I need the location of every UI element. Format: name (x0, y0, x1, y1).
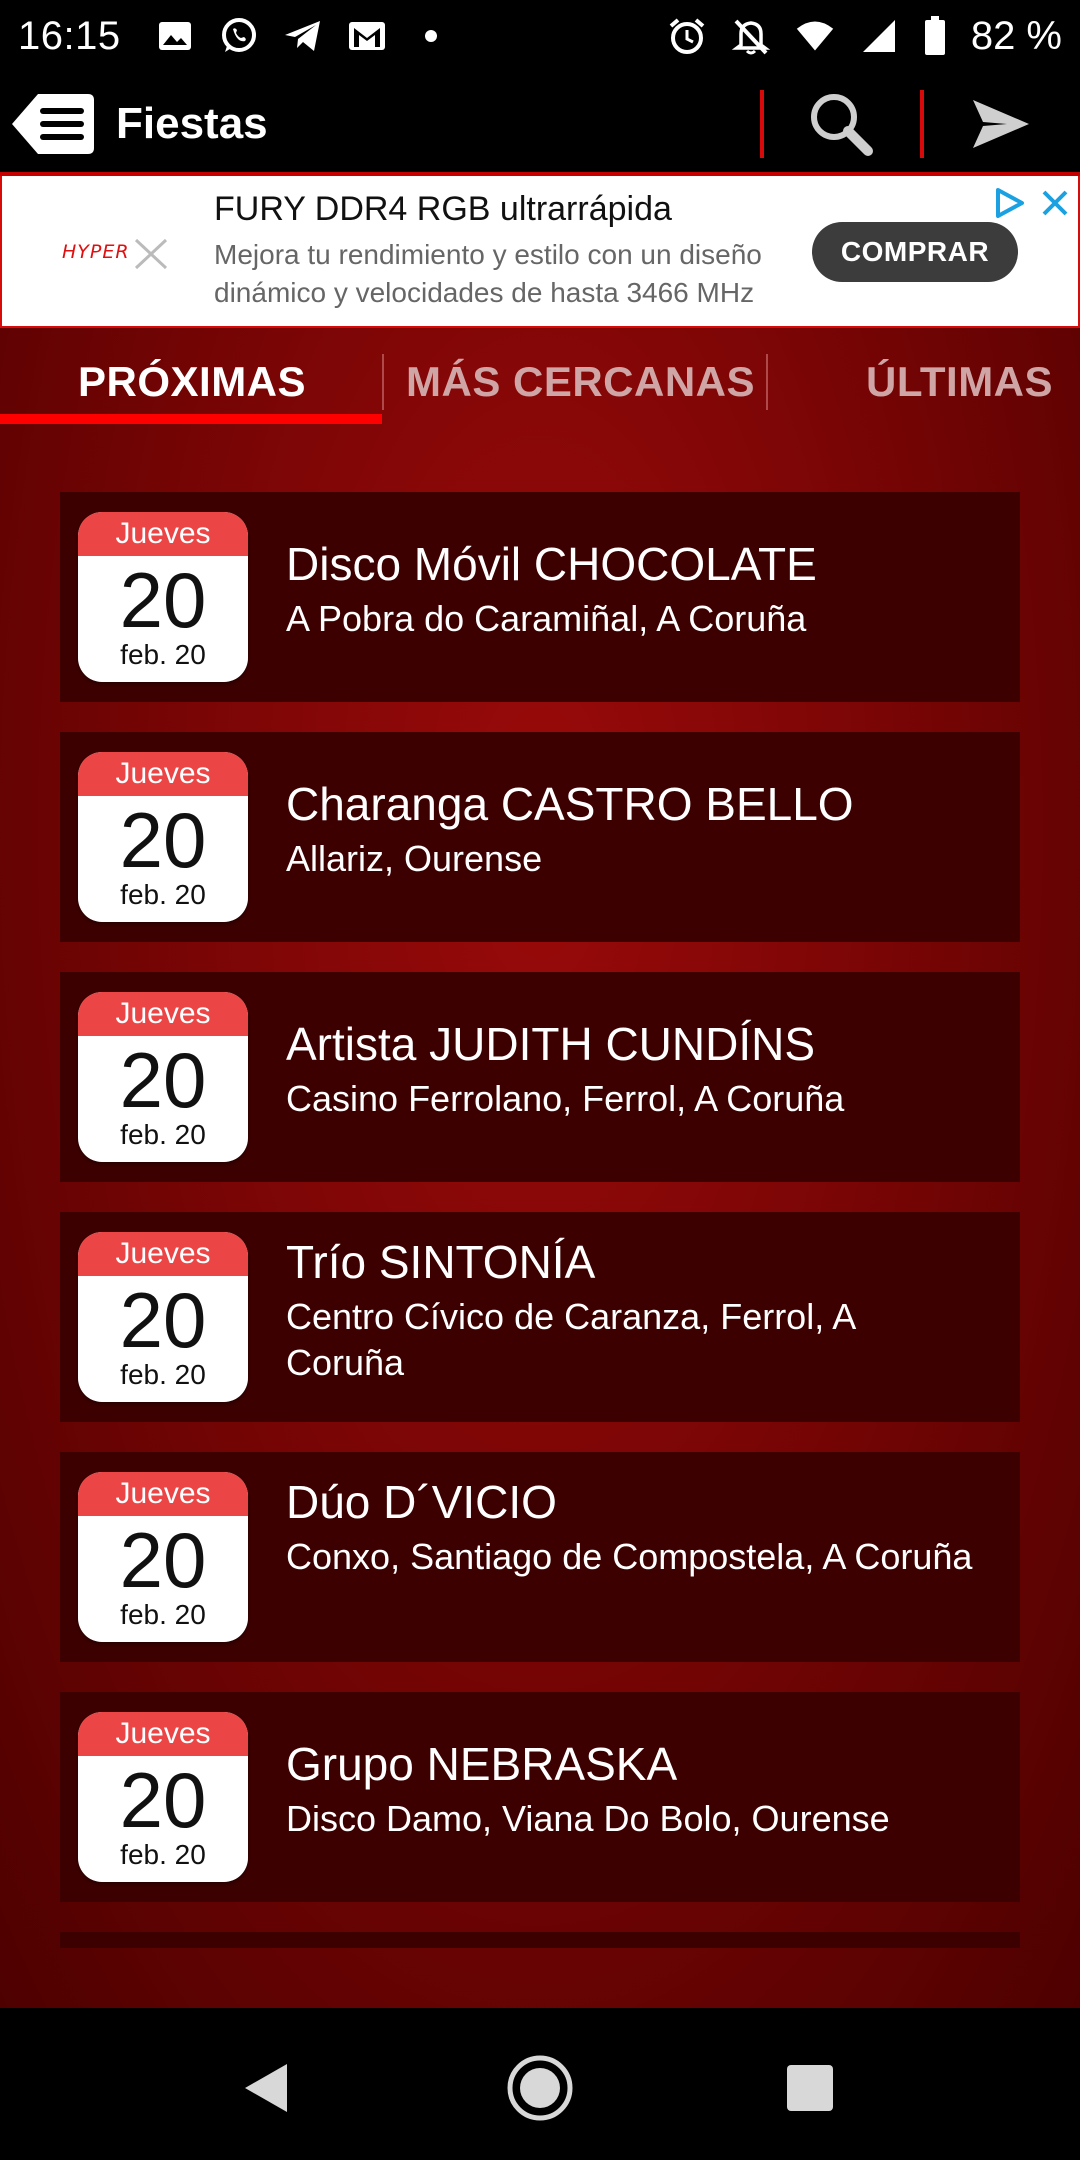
home-icon (507, 2055, 573, 2121)
calendar-day: 20 (119, 1516, 207, 1604)
event-card-partial[interactable] (60, 1932, 1020, 1948)
back-button[interactable] (226, 2048, 306, 2128)
system-nav-bar (0, 2008, 1080, 2160)
whatsapp-icon (219, 16, 259, 56)
event-place: Centro Cívico de Caranza, Ferrol, A Coru… (286, 1296, 855, 1383)
calendar-day: 20 (119, 556, 207, 644)
telegram-icon (283, 16, 323, 56)
status-time: 16:15 (18, 13, 121, 58)
menu-icon (12, 94, 94, 154)
back-icon (245, 2064, 287, 2112)
ad-description: Mejora tu rendimiento y estilo con un di… (214, 239, 762, 308)
calendar-date-icon: Jueves 20 feb. 20 (78, 752, 248, 922)
app-bar: Fiestas (0, 72, 1080, 176)
appbar-divider (760, 90, 764, 158)
calendar-date-icon: Jueves 20 feb. 20 (78, 992, 248, 1162)
calendar-weekday: Jueves (78, 992, 248, 1036)
send-button[interactable] (956, 86, 1046, 162)
event-place: A Pobra do Caramiñal, A Coruña (286, 598, 807, 639)
calendar-month: feb. 20 (120, 879, 206, 910)
adchoices-icon[interactable] (992, 186, 1026, 220)
calendar-day: 20 (119, 1036, 207, 1124)
send-icon (973, 100, 1029, 148)
search-icon (811, 94, 873, 156)
calendar-month: feb. 20 (120, 1599, 206, 1630)
calendar-month: feb. 20 (120, 1359, 206, 1390)
event-title: Grupo NEBRASKA (286, 1738, 678, 1790)
event-title: Trío SINTONÍA (286, 1236, 596, 1288)
event-title: Artista JUDITH CUNDÍNS (286, 1018, 816, 1070)
gmail-icon (347, 16, 387, 56)
calendar-weekday: Jueves (78, 1712, 248, 1756)
event-list: Jueves 20 feb. 20 Disco Móvil CHOCOLATE … (60, 492, 1020, 1948)
bell-off-icon (731, 16, 771, 56)
search-button[interactable] (796, 86, 886, 162)
image-icon (155, 16, 195, 56)
event-title: Dúo D´VICIO (286, 1476, 557, 1528)
event-card[interactable]: Jueves 20 feb. 20 Disco Móvil CHOCOLATE … (60, 492, 1020, 702)
ad-title[interactable]: FURY DDR4 RGB ultrarrápida (214, 190, 672, 229)
main-content: PRÓXIMAS MÁS CERCANAS ÚLTIMAS Jueves 20 … (0, 328, 1080, 2008)
event-card[interactable]: Jueves 20 feb. 20 Dúo D´VICIO Conxo, San… (60, 1452, 1020, 1662)
tab-mas-cercanas[interactable]: MÁS CERCANAS (406, 358, 755, 406)
svg-text:HYPER: HYPER (62, 241, 130, 263)
battery-percentage: 82 % (970, 13, 1062, 58)
tab-ultimas[interactable]: ÚLTIMAS (866, 358, 1053, 406)
event-place: Disco Damo, Viana Do Bolo, Ourense (286, 1798, 890, 1839)
calendar-day: 20 (119, 1756, 207, 1844)
tab-separator (382, 354, 384, 410)
calendar-weekday: Jueves (78, 1472, 248, 1516)
active-tab-indicator (0, 414, 382, 424)
ad-buy-button[interactable]: COMPRAR (812, 222, 1018, 282)
calendar-month: feb. 20 (120, 1119, 206, 1150)
menu-button[interactable] (8, 90, 96, 158)
appbar-divider (920, 90, 924, 158)
calendar-weekday: Jueves (78, 512, 248, 556)
event-place: Conxo, Santiago de Compostela, A Coruña (286, 1536, 973, 1577)
dot-icon (411, 16, 451, 56)
event-card[interactable]: Jueves 20 feb. 20 Charanga CASTRO BELLO … (60, 732, 1020, 942)
event-place: Allariz, Ourense (286, 838, 543, 879)
status-bar: 16:15 82 % (0, 0, 1080, 72)
alarm-icon (667, 16, 707, 56)
event-title: Charanga CASTRO BELLO (286, 778, 854, 830)
calendar-month: feb. 20 (120, 1839, 206, 1870)
calendar-weekday: Jueves (78, 1232, 248, 1276)
recents-icon (787, 2065, 833, 2111)
calendar-date-icon: Jueves 20 feb. 20 (78, 1472, 248, 1642)
tab-bar: PRÓXIMAS MÁS CERCANAS ÚLTIMAS (0, 328, 1080, 434)
ad-banner[interactable]: HYPER FURY DDR4 RGB ultrarrápida Mejora … (0, 176, 1080, 328)
tab-proximas[interactable]: PRÓXIMAS (78, 358, 306, 406)
calendar-date-icon: Jueves 20 feb. 20 (78, 512, 248, 682)
tab-separator (766, 354, 768, 410)
event-card[interactable]: Jueves 20 feb. 20 Artista JUDITH CUNDÍNS… (60, 972, 1020, 1182)
battery-icon (923, 16, 947, 56)
calendar-date-icon: Jueves 20 feb. 20 (78, 1712, 248, 1882)
signal-icon (859, 16, 899, 56)
close-icon[interactable] (1038, 186, 1072, 220)
home-button[interactable] (500, 2048, 580, 2128)
wifi-icon (795, 16, 835, 56)
hyperx-logo: HYPER (54, 228, 184, 276)
event-title: Disco Móvil CHOCOLATE (286, 538, 817, 590)
calendar-day: 20 (119, 796, 207, 884)
event-place: Casino Ferrolano, Ferrol, A Coruña (286, 1078, 845, 1119)
calendar-date-icon: Jueves 20 feb. 20 (78, 1232, 248, 1402)
calendar-weekday: Jueves (78, 752, 248, 796)
event-card[interactable]: Jueves 20 feb. 20 Grupo NEBRASKA Disco D… (60, 1692, 1020, 1902)
app-title: Fiestas (116, 99, 268, 148)
event-card[interactable]: Jueves 20 feb. 20 Trío SINTONÍA Centro C… (60, 1212, 1020, 1422)
calendar-day: 20 (119, 1276, 207, 1364)
recents-button[interactable] (770, 2048, 850, 2128)
calendar-month: feb. 20 (120, 639, 206, 670)
